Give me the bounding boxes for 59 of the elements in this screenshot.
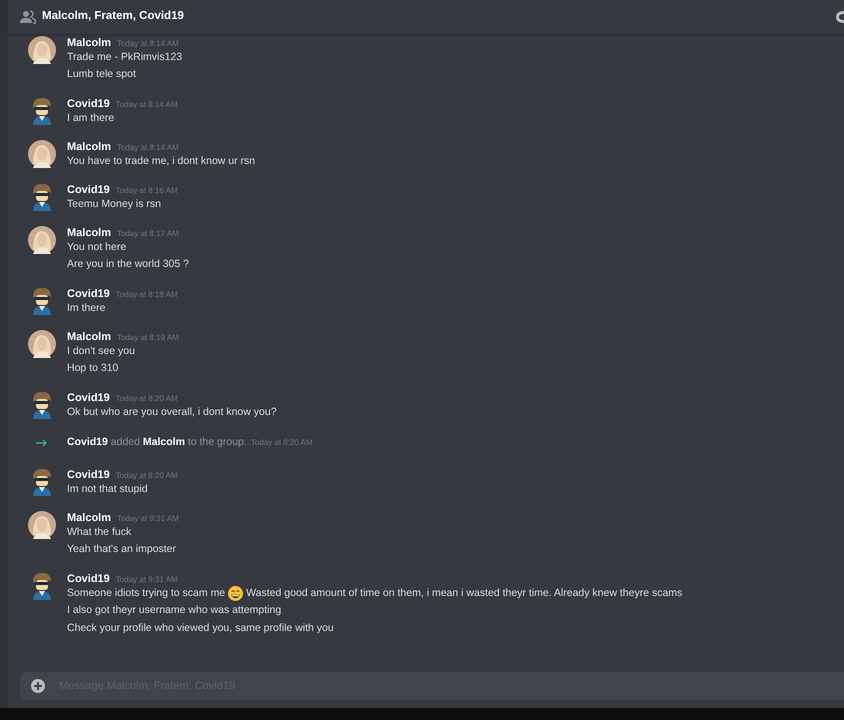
author-name[interactable]: Malcolm <box>67 35 112 52</box>
timestamp: Today at 8:14 AM <box>117 142 179 154</box>
timestamp: Today at 8:14 AM <box>116 99 178 111</box>
figure-avatar[interactable] <box>30 97 54 125</box>
message-text: Im not that stupid <box>67 482 148 497</box>
message-text: I am there <box>67 111 114 126</box>
message-text: What the fuck <box>67 524 132 540</box>
message-text: You have to trade me, i dont know ur rsn <box>67 154 256 170</box>
avatar[interactable] <box>28 510 56 539</box>
group-icon <box>20 10 36 24</box>
timestamp: Today at 8:14 AM <box>117 38 179 50</box>
timestamp: Today at 8:20 AM <box>116 470 178 482</box>
author-name[interactable]: Covid19 <box>67 182 110 198</box>
author-name[interactable]: Malcolm <box>67 510 112 526</box>
message-text: I don't see you <box>67 344 135 360</box>
author-name[interactable]: Malcolm <box>67 139 112 156</box>
system-message: Covid19 added Malcolm to the group. <box>67 435 247 450</box>
add-icon[interactable] <box>31 679 45 693</box>
author-name[interactable]: Covid19 <box>67 570 110 588</box>
figure-avatar[interactable] <box>30 468 54 496</box>
figure-avatar[interactable] <box>30 183 54 211</box>
timestamp: Today at 8:16 AM <box>116 185 178 197</box>
timestamp: Today at 8:20 AM <box>250 436 313 449</box>
message-text: Trade me - PkRimvis123 <box>67 50 182 66</box>
arrow-icon <box>36 438 48 447</box>
message-text: Teemu Money is rsn <box>67 197 161 212</box>
timestamp: Today at 8:19 AM <box>117 332 179 344</box>
author-name[interactable]: Malcolm <box>67 329 112 346</box>
message-text: Wasted good amount of time on them, i mean i wasted theyr time. Already knew theyre scams <box>246 586 682 601</box>
timestamp: Today at 8:17 AM <box>117 228 179 240</box>
message-text: Lumb tele spot <box>67 67 136 82</box>
avatar[interactable] <box>28 226 56 254</box>
author-name[interactable]: Covid19 <box>67 286 110 302</box>
message-text: Someone idiots trying to scam me <box>67 586 226 601</box>
author-name[interactable]: Covid19 <box>67 466 110 484</box>
figure-avatar[interactable] <box>30 391 54 419</box>
avatar[interactable] <box>28 330 56 358</box>
message-text: I also got theyr username who was attempting <box>67 602 282 618</box>
phone-icon[interactable] <box>836 10 844 24</box>
timestamp: Today at 8:18 AM <box>116 289 178 301</box>
avatar[interactable] <box>28 140 56 168</box>
message-text: Im there <box>67 301 106 316</box>
author-name[interactable]: Covid19 <box>67 96 110 112</box>
message-text: Ok but who are you overall, i dont know you? <box>67 405 277 420</box>
timestamp: Today at 9:31 AM <box>116 574 178 586</box>
author-name[interactable]: Malcolm <box>67 225 112 242</box>
message-text: Yeah that's an imposter <box>67 542 176 557</box>
message-text: Are you in the world 305 ? <box>67 257 189 272</box>
message-text: Hop to 310 <box>67 361 118 376</box>
conversation-title: Malcolm, Fratem, Covid19 <box>42 9 184 24</box>
figure-avatar[interactable] <box>30 287 54 315</box>
timestamp: Today at 9:31 AM <box>117 512 179 525</box>
figure-avatar[interactable] <box>30 572 54 600</box>
timestamp: Today at 8:20 AM <box>116 393 178 405</box>
author-name[interactable]: Covid19 <box>67 390 110 406</box>
grinning-emoji-icon <box>228 586 244 602</box>
message-text: Check your profile who viewed you, same profile with you <box>67 620 334 636</box>
message-text: You not here <box>67 240 126 256</box>
avatar[interactable] <box>28 36 56 64</box>
